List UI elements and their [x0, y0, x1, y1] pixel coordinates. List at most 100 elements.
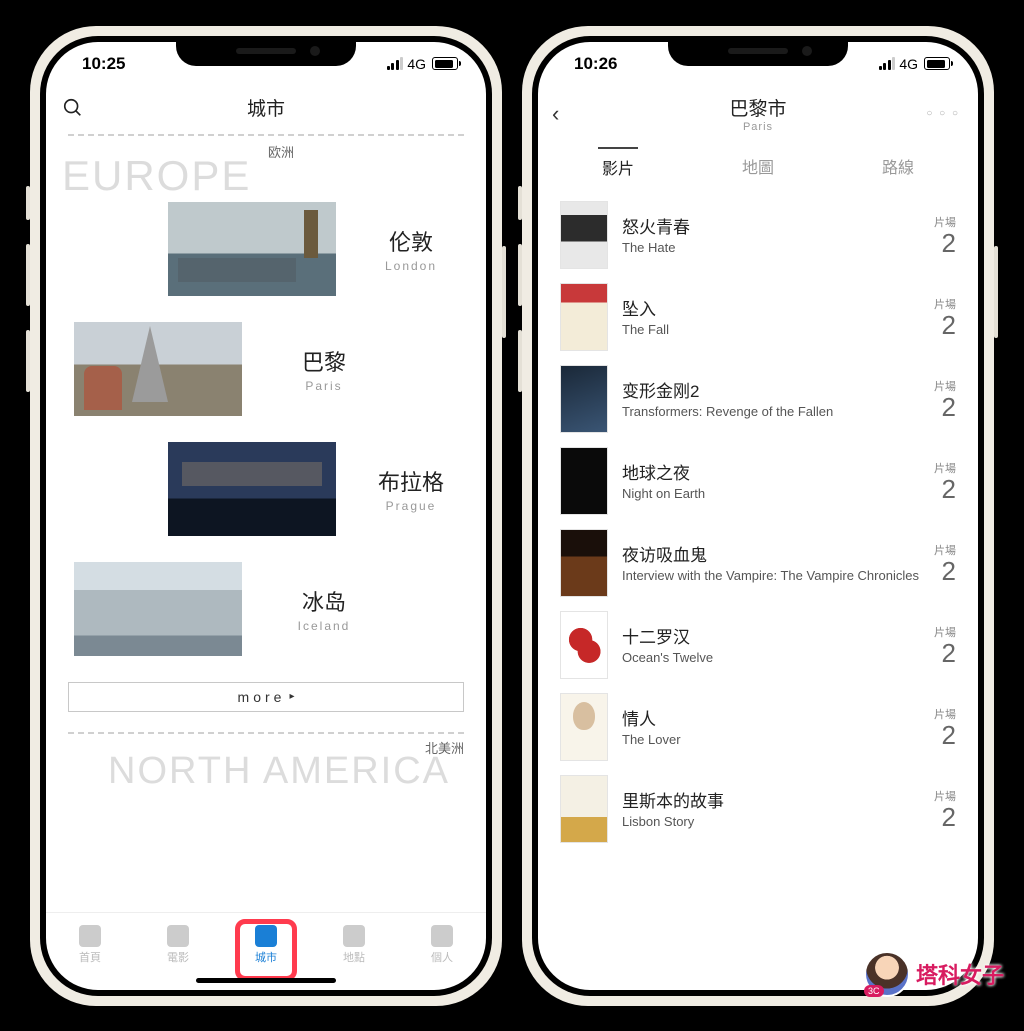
city-thumbnail: [168, 202, 336, 296]
profile-icon: [431, 925, 453, 947]
movie-title-cn: 十二罗汉: [622, 623, 920, 648]
status-time: 10:25: [82, 54, 125, 74]
page-title: 城市: [247, 94, 285, 121]
search-icon[interactable]: [62, 97, 84, 119]
city-name-en: Prague: [358, 499, 464, 513]
movie-title-cn: 里斯本的故事: [622, 787, 920, 812]
phone-right: 10:26 4G ‹ 巴黎市 Paris ○ ○ ○ 影片地圖路線 怒: [522, 26, 994, 1006]
section-en: EUROPE: [62, 152, 251, 200]
movie-row[interactable]: 怒火青春The Hate片場2: [560, 194, 956, 276]
cities-scroll[interactable]: 欧洲 EUROPE 伦敦 London 巴黎 Paris 布拉格 Prague 冰岛Icel…: [46, 130, 486, 912]
movie-list[interactable]: 怒火青春The Hate片場2坠入The Fall片場2变形金刚2Transfo…: [538, 190, 978, 990]
city-label: 冰岛Iceland: [264, 585, 384, 633]
city-name-cn: 布拉格: [358, 465, 464, 497]
city-name-en: Iceland: [264, 619, 384, 633]
movie-title-cn: 怒火青春: [622, 213, 920, 238]
home-indicator[interactable]: [196, 978, 336, 983]
battery-icon: [924, 57, 950, 70]
movie-row[interactable]: 地球之夜Night on Earth片場2: [560, 440, 956, 522]
more-button[interactable]: more: [68, 682, 464, 712]
city-row[interactable]: 巴黎 Paris: [68, 322, 464, 416]
count-value: 2: [934, 804, 956, 830]
movie-title-cn: 夜访吸血鬼: [622, 541, 920, 566]
tab-label: 個人: [431, 949, 453, 965]
movie-row[interactable]: 里斯本的故事Lisbon Story片場2: [560, 768, 956, 850]
tab-label: 電影: [167, 949, 189, 965]
divider: [68, 134, 464, 136]
segment-tab[interactable]: 路線: [878, 148, 918, 184]
divider: [68, 732, 464, 734]
tab-film[interactable]: 電影: [148, 925, 208, 965]
movie-row[interactable]: 夜访吸血鬼 Interview with the Vampire: The Vam…: [560, 522, 956, 604]
count-value: 2: [934, 722, 956, 748]
home-icon: [79, 925, 101, 947]
count-value: 2: [934, 312, 956, 338]
tab-home[interactable]: 首頁: [60, 925, 120, 965]
section-en: NORTH AMERICA: [108, 750, 450, 793]
pin-icon: [343, 925, 365, 947]
movie-row[interactable]: 情人The Lover片場2: [560, 686, 956, 768]
signal-icon: [879, 57, 896, 70]
tab-bar: 首頁 電影 城市 地點個人: [46, 912, 486, 990]
film-icon: [167, 925, 189, 947]
segment-tab[interactable]: 地圖: [738, 148, 778, 184]
movie-title-en: Night on Earth: [622, 486, 920, 502]
notch: [668, 36, 848, 66]
tab-label: 首頁: [79, 949, 101, 965]
tab-label: 城市: [255, 949, 277, 965]
section-cn: 欧洲: [268, 142, 294, 161]
city-name-cn: 伦敦: [358, 225, 464, 257]
status-time: 10:26: [574, 54, 617, 74]
tab-pin[interactable]: 地點: [324, 925, 384, 965]
city-label: 巴黎 Paris: [264, 345, 384, 393]
movie-title-en: The Hate: [622, 240, 920, 256]
count-value: 2: [934, 230, 956, 256]
page-subtitle: Paris: [729, 121, 786, 133]
movie-row[interactable]: 十二罗汉Ocean's Twelve片場2: [560, 604, 956, 686]
hw-buttons-left: [518, 186, 522, 392]
movie-poster: [560, 283, 608, 351]
network-label: 4G: [407, 56, 426, 72]
hw-buttons-left: [26, 186, 30, 392]
nav-bar: ‹ 巴黎市 Paris ○ ○ ○: [538, 86, 978, 142]
notch: [176, 36, 356, 66]
movie-title-en: Interview with the Vampire: The Vampire …: [622, 568, 920, 584]
more-icon[interactable]: ○ ○ ○: [926, 108, 960, 119]
network-label: 4G: [899, 56, 918, 72]
tab-profile[interactable]: 個人: [412, 925, 472, 965]
hw-button-power: [502, 246, 506, 338]
watermark: 塔科女子: [864, 951, 1004, 997]
movie-title-en: Ocean's Twelve: [622, 650, 920, 666]
city-row[interactable]: 伦敦 London: [68, 202, 464, 296]
movie-title-cn: 变形金刚2: [622, 377, 920, 402]
city-name-en: Paris: [264, 379, 384, 393]
movie-poster: [560, 447, 608, 515]
movie-row[interactable]: 坠入The Fall片場2: [560, 276, 956, 358]
signal-icon: [387, 57, 404, 70]
movie-poster: [560, 611, 608, 679]
city-row[interactable]: 冰岛Iceland: [68, 562, 464, 656]
more-label: more: [238, 689, 286, 705]
page-title: 巴黎市: [729, 94, 786, 121]
count-value: 2: [934, 476, 956, 502]
city-thumbnail: [74, 562, 242, 656]
phone-left: 10:25 4G 城市 欧洲 EUROPE 伦敦Lon: [30, 26, 502, 1006]
city-icon: [255, 925, 277, 947]
section-header-north-america: 北美洲 NORTH AMERICA: [68, 738, 464, 800]
movie-title-cn: 坠入: [622, 295, 920, 320]
movie-title-cn: 地球之夜: [622, 459, 920, 484]
movie-poster: [560, 693, 608, 761]
city-thumbnail: [74, 322, 242, 416]
city-row[interactable]: 布拉格 Prague: [68, 442, 464, 536]
city-thumbnail: [168, 442, 336, 536]
city-name-cn: 巴黎: [264, 345, 384, 377]
city-label: 伦敦 London: [358, 225, 464, 273]
segment-tab[interactable]: 影片: [598, 147, 638, 185]
movie-row[interactable]: 变形金刚2Transformers: Revenge of the Fallen…: [560, 358, 956, 440]
movie-poster: [560, 529, 608, 597]
movie-title-en: The Lover: [622, 732, 920, 748]
movie-poster: [560, 365, 608, 433]
city-name-en: London: [358, 259, 464, 273]
back-button[interactable]: ‹: [552, 101, 559, 127]
tab-city[interactable]: 城市: [236, 925, 296, 965]
